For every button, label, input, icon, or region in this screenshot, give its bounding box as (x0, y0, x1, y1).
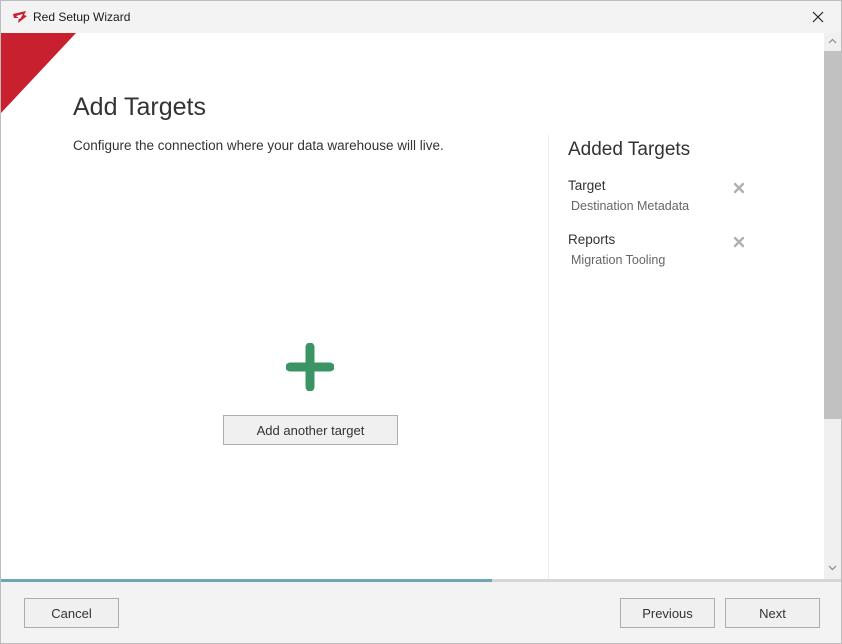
remove-x-icon[interactable] (733, 182, 745, 194)
previous-button[interactable]: Previous (620, 598, 715, 628)
cancel-button[interactable]: Cancel (24, 598, 119, 628)
next-button[interactable]: Next (725, 598, 820, 628)
close-button[interactable] (795, 1, 841, 33)
page-title: Add Targets (73, 93, 206, 121)
vertical-scrollbar[interactable] (824, 33, 841, 579)
page-subtitle: Configure the connection where your data… (73, 138, 444, 153)
target-name: Target (568, 178, 606, 193)
window-title: Red Setup Wizard (33, 10, 131, 24)
added-target-item: Reports Migration Tooling (568, 232, 758, 280)
red-logo-icon (13, 11, 27, 23)
brand-corner-decoration (1, 33, 76, 113)
plus-icon[interactable] (286, 343, 334, 391)
setup-wizard-window: Red Setup Wizard Add Targets Configure t… (0, 0, 842, 644)
remove-x-icon[interactable] (733, 236, 745, 248)
title-bar: Red Setup Wizard (1, 1, 841, 33)
close-icon (812, 11, 824, 23)
target-name: Reports (568, 232, 616, 247)
scroll-up-arrow-icon[interactable] (828, 38, 837, 44)
panel-divider (548, 135, 549, 579)
content-area: Add Targets Configure the connection whe… (1, 33, 824, 579)
footer-bar: Cancel Previous Next (1, 582, 841, 643)
scrollbar-thumb[interactable] (824, 51, 841, 419)
target-type: Migration Tooling (571, 253, 666, 267)
add-another-target-button[interactable]: Add another target (223, 415, 398, 445)
added-target-item: Target Destination Metadata (568, 178, 758, 226)
scroll-down-arrow-icon[interactable] (828, 565, 837, 571)
target-type: Destination Metadata (571, 199, 690, 213)
added-targets-title: Added Targets (568, 139, 691, 160)
